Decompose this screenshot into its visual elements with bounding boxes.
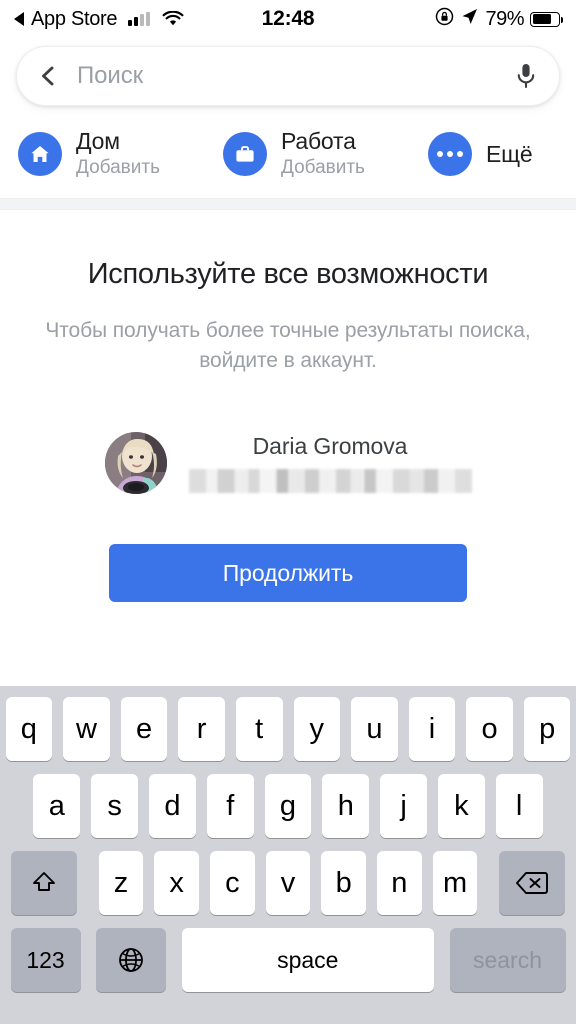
shortcut-home-text: Дом Добавить — [76, 128, 160, 180]
key-j[interactable]: j — [380, 774, 427, 838]
page-title: Используйте все возможности — [87, 258, 489, 291]
briefcase-icon — [222, 132, 267, 177]
battery-icon — [530, 11, 563, 27]
home-icon — [18, 132, 62, 177]
key-x[interactable]: x — [154, 851, 199, 915]
key-e[interactable]: e — [120, 697, 168, 761]
keyboard-row-2: a s d f g h j k l — [0, 774, 576, 838]
shortcut-work-subtitle: Добавить — [280, 157, 365, 179]
shortcut-more[interactable]: Ещё — [427, 132, 533, 177]
key-f[interactable]: f — [206, 774, 254, 838]
key-t[interactable]: t — [235, 697, 283, 761]
account-email-redacted — [188, 469, 472, 494]
key-a[interactable]: a — [33, 774, 81, 838]
shortcuts-row[interactable]: Дом Добавить Работа Добавить Ещё — [0, 116, 576, 198]
status-bar-left: App Store — [14, 8, 184, 31]
shortcut-home-subtitle: Добавить — [76, 157, 160, 179]
key-g[interactable]: g — [264, 774, 312, 838]
back-app-label[interactable]: App Store — [31, 8, 118, 31]
shortcut-work[interactable]: Работа Добавить — [222, 128, 365, 180]
continue-button[interactable]: Продолжить — [109, 544, 467, 603]
signin-promo: Используйте все возможности Чтобы получа… — [0, 210, 576, 603]
key-s[interactable]: s — [91, 774, 139, 838]
location-arrow-icon — [460, 7, 479, 32]
triangle-left-icon[interactable] — [14, 12, 24, 26]
key-v[interactable]: v — [265, 851, 311, 915]
shortcut-work-text: Работа Добавить — [281, 128, 365, 180]
search-input[interactable]: Поиск — [77, 62, 515, 90]
shortcut-more-text: Ещё — [485, 140, 533, 167]
account-text: Daria Gromova — [188, 433, 472, 494]
key-h[interactable]: h — [322, 774, 370, 838]
onscreen-keyboard[interactable]: q w e r t y u i o p a s d f g h j k l z … — [0, 686, 576, 1024]
key-u[interactable]: u — [351, 697, 398, 761]
shortcut-home[interactable]: Дом Добавить — [18, 128, 160, 180]
account-row[interactable]: Daria Gromova — [24, 432, 552, 495]
key-l[interactable]: l — [495, 774, 543, 838]
key-k[interactable]: k — [437, 774, 485, 838]
globe-language-icon[interactable] — [96, 928, 166, 992]
microphone-icon[interactable] — [515, 62, 537, 90]
search-key[interactable]: search — [449, 928, 566, 992]
cta-container: Продолжить — [24, 544, 552, 603]
shortcut-work-title: Работа — [280, 128, 356, 154]
shift-arrow-icon[interactable] — [10, 851, 78, 915]
key-p[interactable]: p — [523, 697, 571, 761]
status-bar-right: 79% — [435, 7, 563, 32]
key-y[interactable]: y — [293, 697, 341, 761]
page-subtitle: Чтобы получать более точные результаты п… — [45, 319, 531, 373]
space-key[interactable]: space — [181, 928, 434, 992]
key-w[interactable]: w — [63, 697, 110, 761]
numbers-key[interactable]: 123 — [10, 928, 81, 992]
key-n[interactable]: n — [377, 851, 422, 915]
rotation-lock-icon — [435, 7, 454, 32]
search-bar[interactable]: Поиск — [16, 46, 560, 106]
section-divider — [0, 198, 576, 211]
key-i[interactable]: i — [408, 697, 456, 761]
key-d[interactable]: d — [149, 774, 196, 838]
wifi-icon — [162, 11, 184, 27]
keyboard-row-1: q w e r t y u i o p — [0, 697, 576, 761]
search-bar-container: Поиск — [0, 38, 576, 116]
shortcut-home-title: Дом — [76, 128, 120, 154]
key-c[interactable]: c — [209, 851, 255, 915]
key-m[interactable]: m — [432, 851, 478, 915]
more-dots-icon — [427, 132, 472, 177]
chevron-left-icon[interactable] — [37, 65, 59, 87]
user-avatar-photo[interactable] — [104, 432, 167, 495]
backspace-delete-icon[interactable] — [498, 851, 566, 915]
key-q[interactable]: q — [5, 697, 53, 761]
battery-percent-label: 79% — [485, 7, 524, 30]
keyboard-row-3: z x c v b n m — [0, 851, 576, 915]
key-r[interactable]: r — [178, 697, 225, 761]
account-name: Daria Gromova — [252, 433, 408, 460]
key-z[interactable]: z — [98, 851, 144, 915]
keyboard-row-4: 123 space search — [0, 928, 576, 992]
status-bar: App Store 12:48 79% — [0, 0, 576, 38]
shortcut-more-title: Ещё — [485, 140, 533, 167]
key-o[interactable]: o — [466, 697, 513, 761]
cellular-signal-icon — [128, 12, 151, 26]
key-b[interactable]: b — [321, 851, 367, 915]
